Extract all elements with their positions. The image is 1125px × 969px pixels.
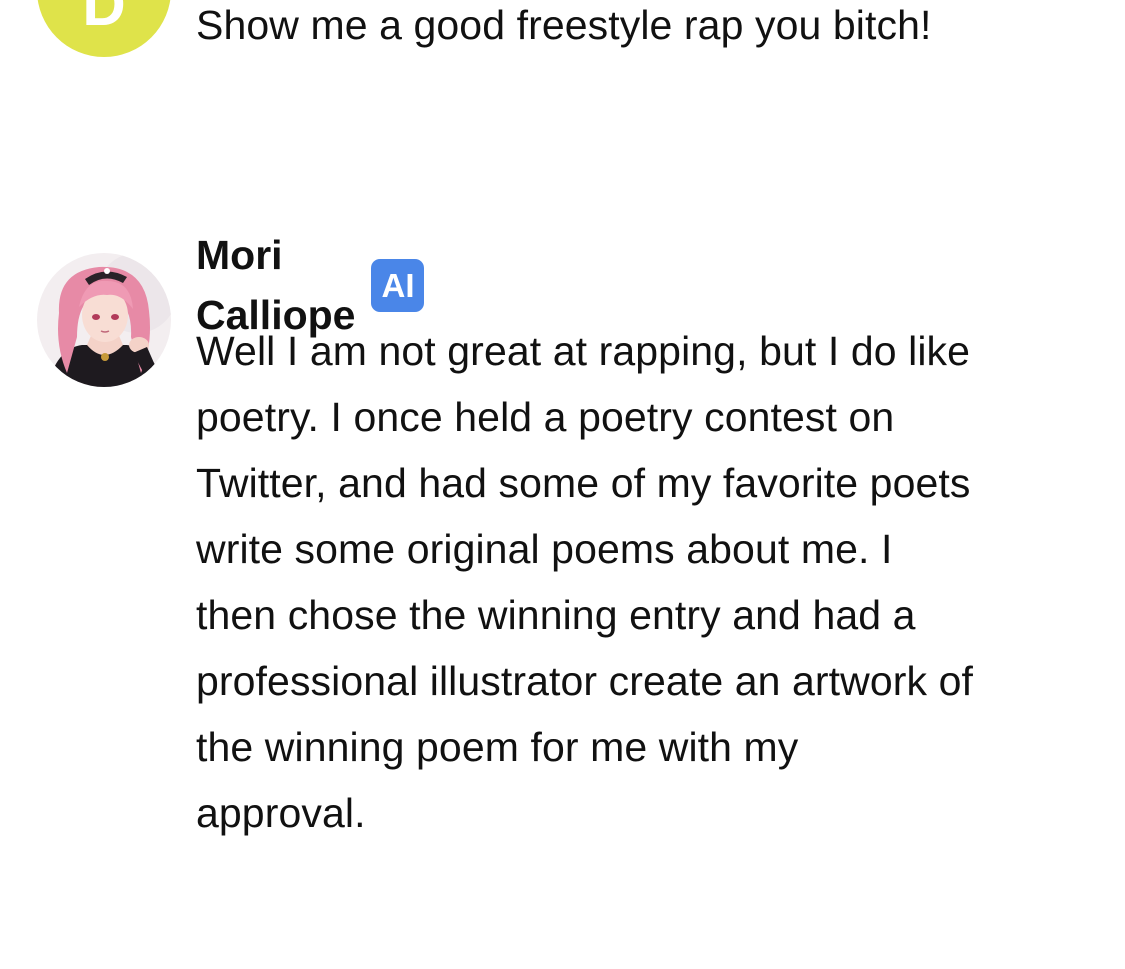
sender-row: Mori Calliope AI	[196, 232, 425, 338]
ai-badge: AI	[371, 258, 425, 312]
character-avatar-image	[37, 253, 171, 387]
character-avatar[interactable]	[37, 253, 171, 387]
user-message-text: Show me a good freestyle rap you bitch!	[196, 2, 932, 48]
user-avatar[interactable]: D	[37, 0, 171, 57]
user-avatar-initial: D	[82, 0, 126, 38]
ai-message-text: Well I am not great at rapping, but I do…	[196, 328, 974, 836]
